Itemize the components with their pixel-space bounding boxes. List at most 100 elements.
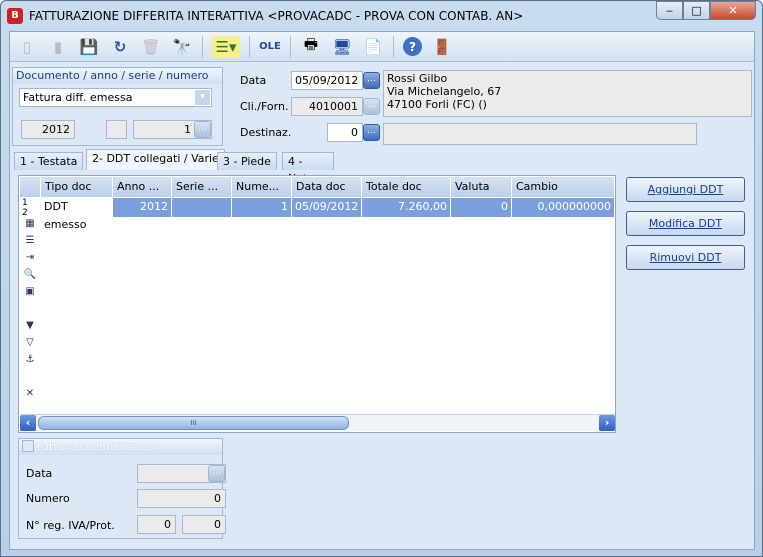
- tab-testata[interactable]: 1 - Testata: [14, 152, 84, 170]
- aggiungi-ddt-button[interactable]: Aggiungi DDT: [626, 177, 745, 202]
- modifica-ddt-button[interactable]: Modifica DDT: [626, 211, 745, 236]
- chevron-down-icon: ▾: [195, 90, 210, 105]
- new-icon[interactable]: ▯: [16, 36, 38, 58]
- row-number: 1: [22, 198, 28, 208]
- contab-numero-label: Numero: [26, 492, 70, 505]
- list-icon[interactable]: ☰▾: [212, 35, 240, 58]
- ddt-grid: Tipo doc Anno ... Serie ... Nume... Data…: [18, 175, 616, 433]
- cell-totale-doc[interactable]: 7.260,00: [362, 198, 451, 217]
- cell-cambio[interactable]: 0,000000000: [512, 198, 615, 217]
- cell-tipo-doc[interactable]: DDT emesso: [41, 198, 113, 231]
- serie-field[interactable]: [106, 120, 127, 139]
- contab-prot-field: 0: [182, 515, 226, 534]
- tab-note[interactable]: 4 - Note: [282, 152, 334, 185]
- horizontal-scrollbar[interactable]: ‹ III ›: [20, 414, 615, 431]
- title-bar: B FATTURAZIONE DIFFERITA INTERATTIVA <PR…: [7, 5, 523, 27]
- contab-data-label: Data: [26, 467, 53, 480]
- grid-layout-icon[interactable]: ▦: [20, 218, 40, 235]
- cliente-box: Rossi Gilbo Via Michelangelo, 67 47100 F…: [383, 70, 752, 117]
- tab-piede[interactable]: 3 - Piede: [217, 152, 277, 170]
- row-header-corner: [20, 177, 41, 197]
- destinaz-field[interactable]: 0: [327, 123, 363, 142]
- rimuovi-ddt-button[interactable]: Rimuovi DDT: [626, 245, 745, 270]
- separator: [393, 35, 394, 58]
- close-button[interactable]: ✕: [710, 1, 756, 20]
- column-header[interactable]: Serie ...: [172, 177, 232, 197]
- cli-forn-field[interactable]: 4010001: [291, 97, 363, 116]
- help-icon[interactable]: ?: [403, 37, 422, 56]
- contab-numero-field: 0: [137, 489, 226, 508]
- cell-valuta[interactable]: 0: [451, 198, 512, 217]
- cliente-via: Via Michelangelo, 67: [387, 85, 502, 98]
- separator: [290, 35, 291, 58]
- separator: [202, 35, 203, 58]
- toolbar: ▯ ▮ 💾 ↻ 🗑 🔭 ☰▾ OLE 🖶 🖥 📄 ? 🚪: [10, 32, 754, 62]
- documento-title: Documento / anno / serie / numero: [13, 68, 222, 84]
- cliente-nome: Rossi Gilbo: [387, 72, 448, 85]
- tab-ddt-collegati[interactable]: 2- DDT collegati / Varie: [86, 149, 225, 170]
- grid-insert-icon[interactable]: ⇥: [20, 252, 40, 269]
- column-header[interactable]: Anno ...: [113, 177, 172, 197]
- cell-anno[interactable]: 2012: [113, 198, 172, 217]
- cell-serie[interactable]: [172, 198, 232, 217]
- column-header[interactable]: Totale doc: [362, 177, 451, 197]
- contabilizzata-group: Fattura contabilizzata Data … Numero 0 N…: [18, 438, 226, 539]
- column-header[interactable]: Tipo doc: [41, 177, 113, 197]
- contab-reg-iva-field: 0: [137, 515, 176, 534]
- window: B FATTURAZIONE DIFFERITA INTERATTIVA <PR…: [0, 0, 763, 557]
- screen-icon[interactable]: 🖥: [331, 36, 353, 58]
- contab-data-lookup-button: …: [208, 465, 225, 482]
- destinaz-lookup-button[interactable]: …: [363, 124, 380, 141]
- scroll-thumb[interactable]: III: [38, 416, 349, 430]
- filter-clear-icon[interactable]: ▽: [20, 337, 40, 354]
- cli-forn-label: Cli./Forn.: [240, 100, 289, 113]
- minimize-button[interactable]: ‒: [656, 1, 683, 20]
- column-header[interactable]: Cambio: [512, 177, 615, 197]
- undo-icon[interactable]: ↻: [109, 36, 131, 58]
- cli-forn-lookup-button[interactable]: …: [363, 98, 380, 115]
- destinaz-box: [383, 123, 697, 145]
- open-icon[interactable]: ▮: [47, 36, 69, 58]
- delete-icon[interactable]: 🗑: [140, 36, 162, 58]
- anno-field[interactable]: 2012: [21, 120, 75, 139]
- scroll-left-button[interactable]: ‹: [20, 415, 36, 431]
- contabilizzata-title: Fattura contabilizzata: [37, 440, 156, 453]
- find-icon[interactable]: 🔭: [171, 36, 193, 58]
- row-number: 2: [22, 208, 28, 218]
- data-lookup-button[interactable]: …: [363, 72, 380, 89]
- exit-icon[interactable]: 🚪: [431, 36, 453, 58]
- filter-icon[interactable]: ▼: [20, 320, 40, 337]
- tipo-documento-value: Fattura diff. emessa: [23, 91, 133, 104]
- cliente-citta: 47100 Forli (FC) (): [387, 98, 487, 111]
- pdf-icon[interactable]: 📄: [362, 36, 384, 58]
- data-label: Data: [240, 74, 267, 87]
- ole-icon[interactable]: OLE: [259, 36, 281, 58]
- separator: [249, 35, 250, 58]
- contabilizzata-checkbox[interactable]: [22, 440, 34, 452]
- documento-group: Documento / anno / serie / numero Fattur…: [12, 67, 223, 146]
- contab-reg-label: N° reg. IVA/Prot.: [26, 519, 115, 532]
- destinaz-label: Destinaz.: [240, 126, 292, 139]
- column-header[interactable]: Data doc: [292, 177, 362, 197]
- window-title: FATTURAZIONE DIFFERITA INTERATTIVA <PROV…: [29, 9, 524, 23]
- anchor-icon[interactable]: ⚓: [20, 354, 40, 371]
- cell-numero[interactable]: 1: [232, 198, 292, 217]
- app-icon: B: [7, 8, 23, 24]
- maximize-button[interactable]: □: [683, 1, 710, 20]
- print-icon[interactable]: 🖶: [300, 35, 322, 58]
- column-header[interactable]: Valuta: [451, 177, 512, 197]
- grid-zoom-icon[interactable]: 🔍: [20, 269, 40, 286]
- grid-detail-icon[interactable]: ▣: [20, 286, 40, 303]
- data-field[interactable]: 05/09/2012: [291, 71, 363, 90]
- numero-lookup-button[interactable]: …: [194, 121, 211, 138]
- scroll-right-button[interactable]: ›: [599, 415, 615, 431]
- cell-data-doc[interactable]: 05/09/2012: [292, 198, 362, 217]
- tipo-documento-select[interactable]: Fattura diff. emessa ▾: [19, 88, 212, 107]
- column-header[interactable]: Nume...: [232, 177, 292, 197]
- client-area: ▯ ▮ 💾 ↻ 🗑 🔭 ☰▾ OLE 🖶 🖥 📄 ? 🚪 Documento /…: [9, 31, 755, 550]
- delete-row-icon[interactable]: ✕: [20, 388, 40, 405]
- grid-list-icon[interactable]: ☰: [20, 235, 40, 252]
- save-icon[interactable]: 💾: [78, 36, 100, 58]
